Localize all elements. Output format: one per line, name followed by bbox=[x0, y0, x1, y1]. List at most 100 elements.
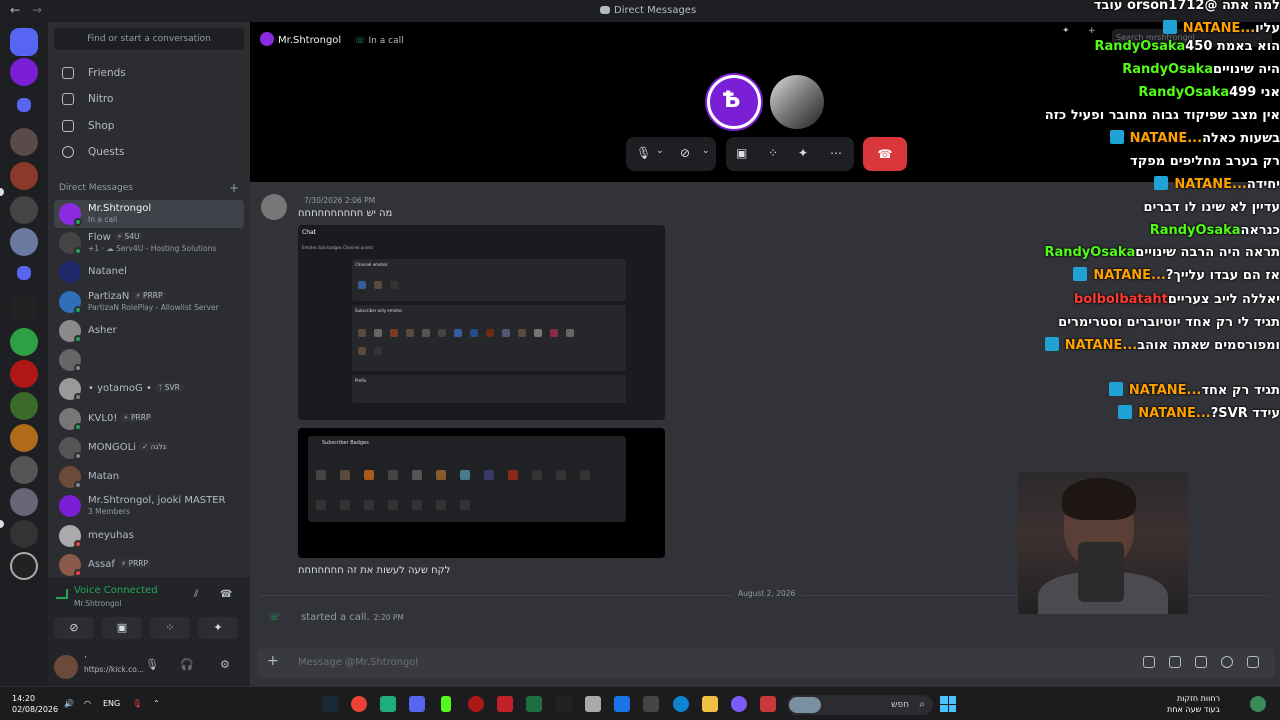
find-conversation-button[interactable]: Find or start a conversation bbox=[54, 28, 244, 50]
soundboard-button[interactable]: ✦ bbox=[198, 617, 238, 639]
dm-item[interactable]: meyuhas bbox=[54, 522, 244, 550]
app-icon[interactable] bbox=[556, 696, 572, 712]
attachment-image[interactable]: Subscriber Badges bbox=[298, 428, 665, 558]
message-author-avatar[interactable] bbox=[261, 194, 287, 220]
chat-text: היה שינויים bbox=[1213, 62, 1280, 77]
message-input[interactable]: Message @Mr.Shtrongol bbox=[298, 657, 418, 668]
outlook-icon[interactable] bbox=[614, 696, 630, 712]
server-icon[interactable] bbox=[10, 328, 38, 356]
server-icon[interactable] bbox=[10, 294, 38, 322]
dm-item[interactable]: MONGOLi ✓ גלגה bbox=[54, 434, 244, 462]
steam-icon[interactable] bbox=[322, 696, 338, 712]
soundboard-icon[interactable]: ✦ bbox=[798, 146, 808, 160]
microphone-icon[interactable]: 🎙 bbox=[636, 146, 651, 160]
dm-item[interactable]: Natanel bbox=[54, 258, 244, 286]
emoji-icon[interactable] bbox=[1221, 656, 1233, 668]
server-icon[interactable] bbox=[10, 392, 38, 420]
dm-item[interactable]: Flow ⚡ S4U +1 · ☁ Serv4U - Hosting Solutio… bbox=[54, 229, 244, 257]
server-icon[interactable] bbox=[10, 228, 38, 256]
gift-icon[interactable] bbox=[1143, 656, 1155, 668]
activities-button[interactable]: ⁘ bbox=[150, 617, 190, 639]
dm-item[interactable]: KVL0! ⚡ PRRP bbox=[54, 405, 244, 433]
user-avatar[interactable] bbox=[54, 655, 78, 679]
settings-gear-icon[interactable]: ⚙ bbox=[220, 658, 230, 671]
contact-name[interactable]: Mr.Shtrongol bbox=[278, 35, 341, 46]
folder-icon[interactable] bbox=[17, 98, 31, 112]
taskbar-search[interactable]: חפש ⌕ bbox=[787, 695, 933, 715]
app-icon[interactable] bbox=[468, 696, 484, 712]
dm-item[interactable]: Asher bbox=[54, 317, 244, 345]
server-icon[interactable] bbox=[10, 456, 38, 484]
back-arrow-icon[interactable]: ← bbox=[10, 3, 20, 17]
server-icon[interactable] bbox=[10, 424, 38, 452]
home-discord-icon[interactable] bbox=[10, 28, 38, 56]
call-header: Mr.Shtrongol ☏ In a call bbox=[260, 32, 404, 46]
windows-start-icon[interactable] bbox=[940, 696, 956, 712]
server-tag: ᛉ SVR bbox=[154, 383, 183, 392]
sticker-icon[interactable] bbox=[1195, 656, 1207, 668]
app-icon[interactable] bbox=[497, 696, 513, 712]
dm-item[interactable]: Assaf ⚡ PRRP bbox=[54, 551, 244, 579]
headphones-icon[interactable]: 🎧 bbox=[180, 658, 194, 671]
copilot-icon[interactable] bbox=[731, 696, 747, 712]
snipping-tool-icon[interactable] bbox=[760, 696, 776, 712]
screen-share-button[interactable]: ▣ bbox=[102, 617, 142, 639]
screen-share-icon[interactable]: ▣ bbox=[736, 146, 747, 160]
app-icon[interactable] bbox=[380, 696, 396, 712]
chrome-icon[interactable] bbox=[351, 696, 367, 712]
nav-quests[interactable]: Quests bbox=[54, 140, 244, 164]
camera-off-icon[interactable]: ⊘ bbox=[680, 146, 690, 160]
server-icon[interactable] bbox=[10, 552, 38, 580]
microphone-icon[interactable]: 🎙 bbox=[132, 699, 142, 708]
server-icon[interactable] bbox=[10, 162, 38, 190]
discord-icon[interactable] bbox=[409, 696, 425, 712]
edge-icon[interactable] bbox=[673, 696, 689, 712]
excel-icon[interactable] bbox=[526, 696, 542, 712]
server-icon[interactable] bbox=[10, 360, 38, 388]
apps-icon[interactable] bbox=[1247, 656, 1259, 668]
nav-friends[interactable]: Friends bbox=[54, 61, 244, 85]
server-icon[interactable] bbox=[10, 128, 38, 156]
kick-icon[interactable] bbox=[441, 696, 451, 712]
voice-status[interactable]: Voice Connected bbox=[74, 585, 158, 596]
clock[interactable]: 14:20 02/08/2026 bbox=[12, 693, 58, 715]
dm-item[interactable]: Mr.Shtrongol, jooki MASTER 3 Members bbox=[54, 492, 244, 520]
gif-icon[interactable] bbox=[1169, 656, 1181, 668]
attach-plus-icon[interactable]: + bbox=[267, 653, 279, 669]
store-icon[interactable] bbox=[643, 696, 659, 712]
app-icon[interactable] bbox=[585, 696, 601, 712]
nav-nitro[interactable]: Nitro bbox=[54, 87, 244, 111]
noise-suppression-icon[interactable]: ⫽ bbox=[194, 589, 198, 600]
weather-notification[interactable]: רחוות חזקות בעוד שעה אחת bbox=[1160, 693, 1220, 715]
hang-up-button[interactable]: ☎ bbox=[863, 137, 907, 171]
more-options-icon[interactable]: ⋯ bbox=[830, 146, 842, 160]
chevron-down-icon[interactable]: ⌄ bbox=[702, 146, 710, 156]
language-indicator[interactable]: ENG bbox=[103, 699, 120, 708]
dm-item[interactable]: • yotamoG • ᛉ SVR bbox=[54, 375, 244, 403]
chevron-down-icon[interactable]: ⌄ bbox=[656, 146, 664, 156]
dm-item[interactable] bbox=[54, 346, 244, 374]
server-icon[interactable] bbox=[10, 196, 38, 224]
server-icon[interactable] bbox=[10, 520, 38, 548]
attachment-image[interactable]: Chat Emotes Sub badges Channel points Ch… bbox=[298, 225, 665, 420]
server-icon[interactable] bbox=[10, 488, 38, 516]
disconnect-icon[interactable]: ☎ bbox=[220, 589, 232, 600]
volume-icon[interactable]: 🔊 bbox=[64, 699, 74, 708]
microphone-icon[interactable]: 🎙 bbox=[145, 658, 159, 671]
wifi-icon[interactable]: ◠ bbox=[84, 699, 91, 708]
create-dm-plus-icon[interactable]: + bbox=[229, 181, 239, 195]
forward-arrow-icon[interactable]: → bbox=[32, 3, 42, 17]
participant-tile-caller[interactable]: Ѣ bbox=[707, 75, 761, 129]
file-explorer-icon[interactable] bbox=[702, 696, 718, 712]
chevron-up-icon[interactable]: ⌃ bbox=[153, 699, 160, 708]
dm-item[interactable]: Matan bbox=[54, 463, 244, 491]
folder-icon[interactable] bbox=[17, 266, 31, 280]
weather-icon[interactable] bbox=[1250, 696, 1266, 712]
dm-item[interactable]: PartizaN ⚡ PRRP PartizaN RolePlay - Allowl… bbox=[54, 288, 244, 316]
server-icon[interactable] bbox=[10, 58, 38, 86]
camera-off-button[interactable]: ⊘ bbox=[54, 617, 94, 639]
dm-item[interactable]: Mr.Shtrongol In a call bbox=[54, 200, 244, 228]
nav-shop[interactable]: Shop bbox=[54, 114, 244, 138]
activities-icon[interactable]: ⁘ bbox=[768, 146, 778, 160]
participant-tile-self[interactable] bbox=[770, 75, 824, 129]
